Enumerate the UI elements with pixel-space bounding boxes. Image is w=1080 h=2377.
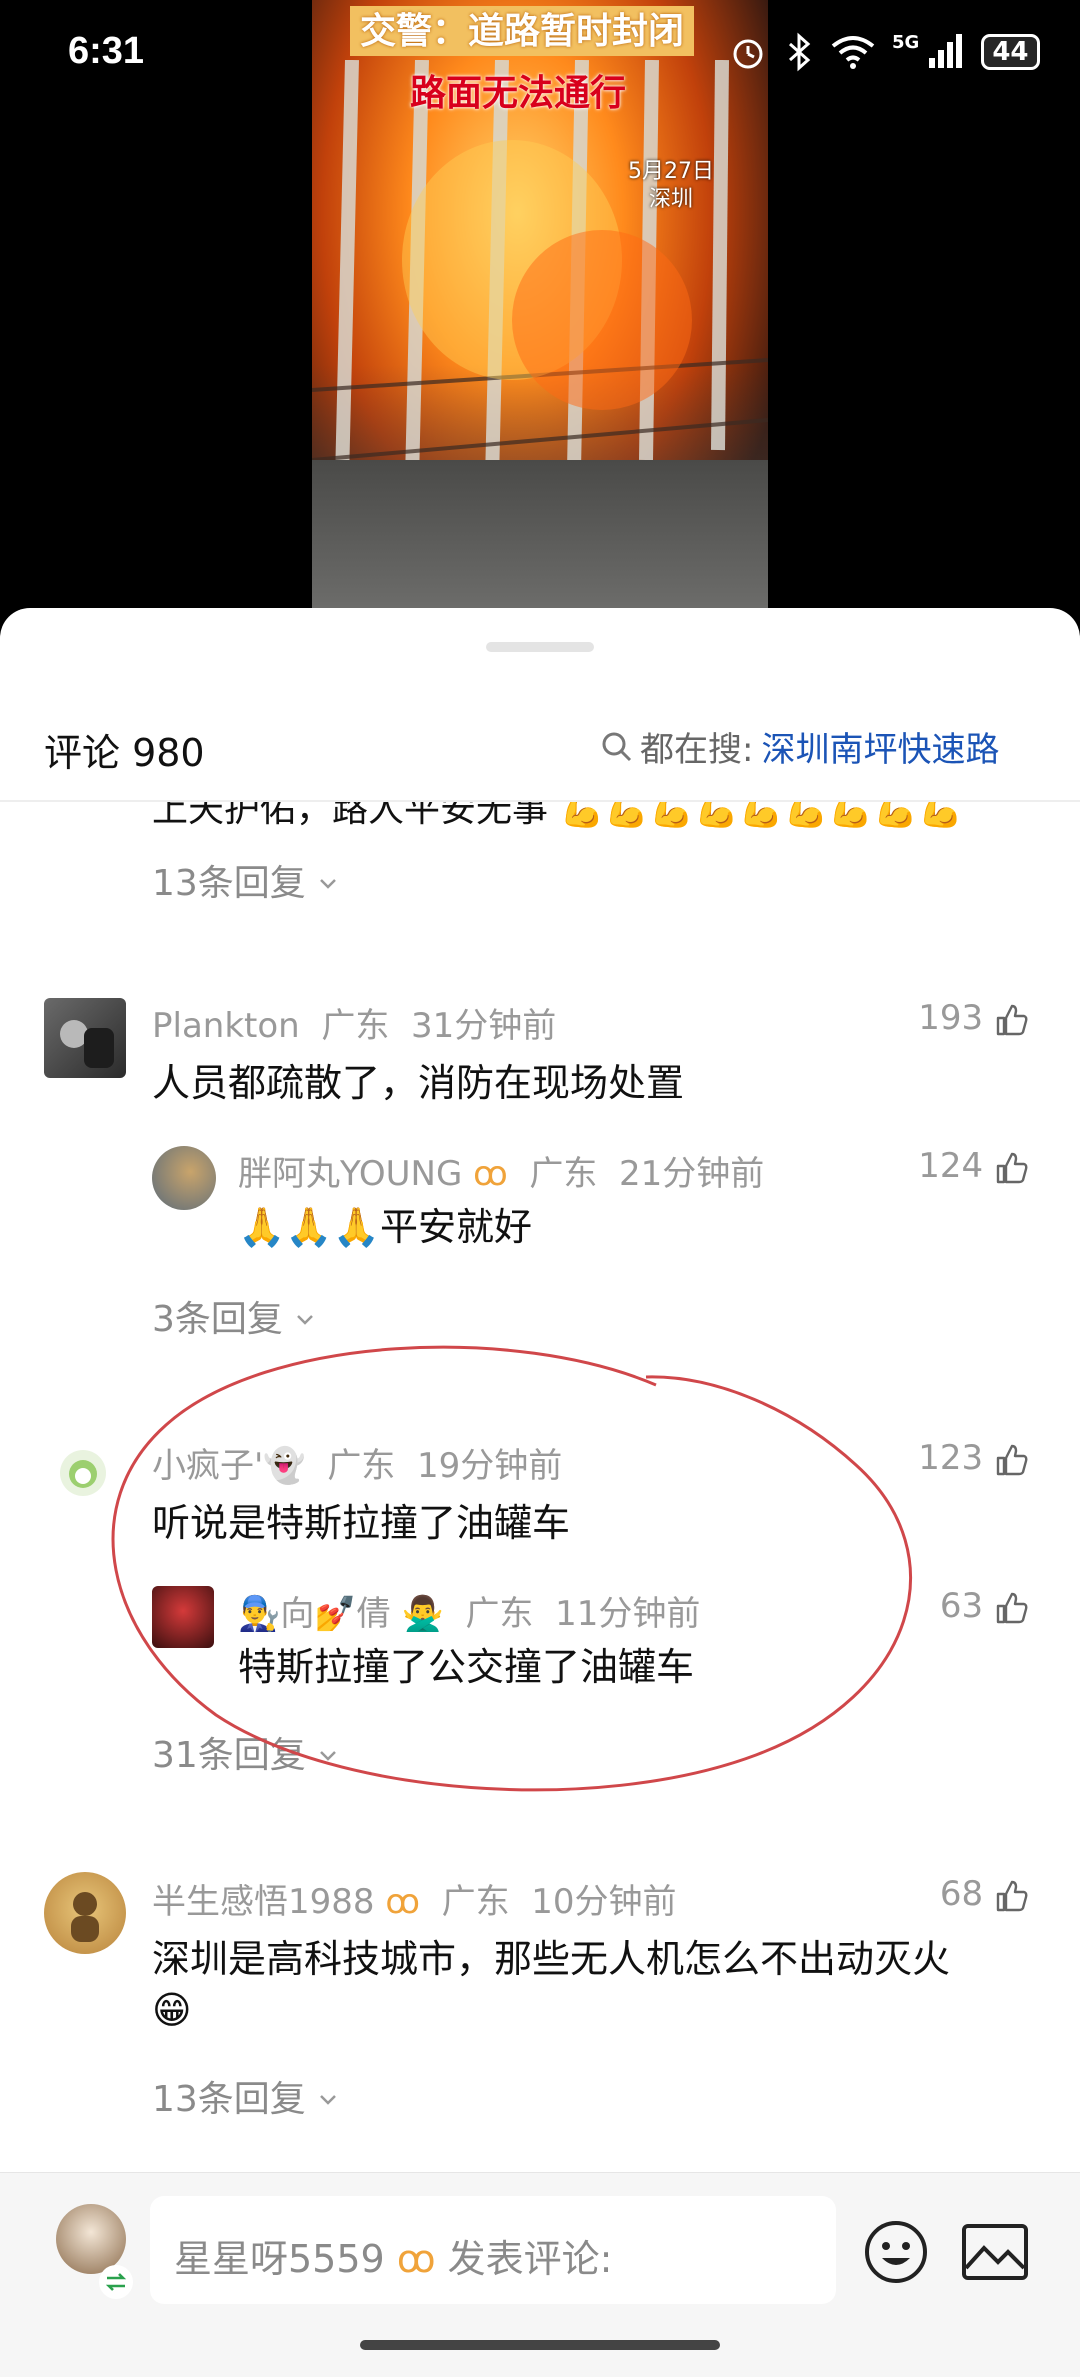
video-date-stamp: 5月27日 深圳 xyxy=(628,158,714,214)
sheet-drag-handle[interactable] xyxy=(486,642,594,652)
placeholder-username: 星星呀5559 xyxy=(174,2237,385,2281)
switch-account-icon[interactable] xyxy=(96,2262,136,2302)
partial-comment-body: 上天护佑，路人平安无事 xyxy=(152,802,549,830)
reply-like-count: 63 xyxy=(939,1586,984,1626)
comment-text: 人员都疏散了，消防在现场处置 xyxy=(152,1061,685,1105)
comment-text-emoji: 😁 xyxy=(152,1988,192,2032)
reply-avatar[interactable] xyxy=(152,1146,216,1210)
avatar-image xyxy=(60,1020,114,1068)
replies-toggle[interactable]: 13条回复 xyxy=(152,2070,339,2122)
reply-like-button[interactable]: 124 xyxy=(880,1146,1030,1186)
strong-emoji-row: 💪💪💪💪💪💪💪💪💪 xyxy=(559,802,963,830)
video-date: 5月27日 xyxy=(628,159,714,184)
comment-meta: Plankton 广东 31分钟前 xyxy=(152,998,556,1047)
video-caption-top: 交警：道路暂时封闭 xyxy=(350,6,695,56)
like-button[interactable]: 193 xyxy=(880,998,1030,1038)
bluetooth-icon xyxy=(789,32,811,72)
thumbs-up-icon xyxy=(996,1004,1028,1035)
wifi-icon xyxy=(831,36,875,69)
partial-comment-text: 上天护佑，路人平安无事 💪💪💪💪💪💪💪💪💪 xyxy=(152,802,963,832)
search-icon xyxy=(602,732,632,761)
video-place: 深圳 xyxy=(648,187,693,212)
comment-username[interactable]: Plankton xyxy=(152,1006,300,1046)
battery-indicator: 44 xyxy=(981,34,1040,70)
comment-text: 深圳是高科技城市，那些无人机怎么不出动灭火 xyxy=(152,1937,951,1981)
thumbs-up-icon xyxy=(996,1444,1028,1475)
video-fire-scene xyxy=(312,60,768,480)
reply-time: 21分钟前 xyxy=(619,1154,765,1194)
status-time: 6:31 xyxy=(68,30,145,72)
reply-text: 🙏🙏🙏平安就好 xyxy=(238,1205,532,1249)
like-count: 193 xyxy=(918,998,984,1038)
vip-badge-icon: ꝏ xyxy=(385,1882,420,1922)
thumbs-up-icon xyxy=(996,1880,1028,1911)
reply-like-count: 124 xyxy=(918,1146,984,1186)
chevron-down-icon xyxy=(297,1315,314,1325)
like-button[interactable]: 68 xyxy=(880,1874,1030,1914)
chevron-down-icon xyxy=(320,879,337,889)
comment-time: 10分钟前 xyxy=(531,1882,677,1922)
signal-icon xyxy=(929,34,963,68)
search-link[interactable]: 深圳南坪快速路 xyxy=(761,722,999,771)
video-road xyxy=(312,460,768,608)
thumbs-up-icon xyxy=(996,1592,1028,1623)
replies-count: 3条回复 xyxy=(152,1299,283,1340)
comment-meta: 半生感悟1988 ꝏ 广东 10分钟前 xyxy=(152,1874,677,1923)
like-count: 68 xyxy=(939,1874,984,1914)
status-icons: 5G 44 xyxy=(728,32,1040,72)
replies-toggle[interactable]: 13条回复 xyxy=(152,854,339,906)
comment-time: 31分钟前 xyxy=(410,1006,557,1046)
comments-count-title: 评论 980 xyxy=(44,731,205,775)
avatar-image xyxy=(71,1892,99,1942)
reply-username[interactable]: 胖阿丸YOUNG xyxy=(238,1154,462,1194)
replies-count: 13条回复 xyxy=(152,2079,306,2120)
vip-badge-icon: ꝏ xyxy=(473,1154,508,1194)
replies-count: 13条回复 xyxy=(152,863,306,904)
thumbs-up-icon xyxy=(996,1152,1028,1183)
comment-region: 广东 xyxy=(441,1882,510,1922)
search-prefix: 都在搜: xyxy=(640,730,754,770)
home-indicator[interactable] xyxy=(360,2340,720,2350)
comment-username[interactable]: 半生感悟1988 xyxy=(152,1882,375,1922)
avatar[interactable] xyxy=(44,1872,126,1954)
network-type: 5G xyxy=(892,32,920,53)
red-annotation-circle xyxy=(111,1345,913,1792)
vip-badge-icon: ꝏ xyxy=(396,2237,436,2281)
alarm-icon xyxy=(733,39,763,69)
reply-meta: 胖阿丸YOUNG ꝏ 广东 21分钟前 xyxy=(238,1146,764,1195)
image-icon[interactable] xyxy=(960,2220,1030,2284)
comment-region: 广东 xyxy=(321,1006,390,1046)
chevron-down-icon xyxy=(320,2095,337,2105)
avatar[interactable] xyxy=(44,998,126,1078)
video-caption-bottom: 路面无法通行 xyxy=(410,72,627,114)
comment-input-placeholder: 星星呀5559 ꝏ 发表评论: xyxy=(174,2228,612,2283)
trending-search[interactable]: 都在搜: 深圳南坪快速路 xyxy=(600,722,999,771)
emoji-icon[interactable] xyxy=(862,2218,930,2286)
reply-region: 广东 xyxy=(529,1154,598,1194)
placeholder-action: 发表评论: xyxy=(447,2237,613,2281)
